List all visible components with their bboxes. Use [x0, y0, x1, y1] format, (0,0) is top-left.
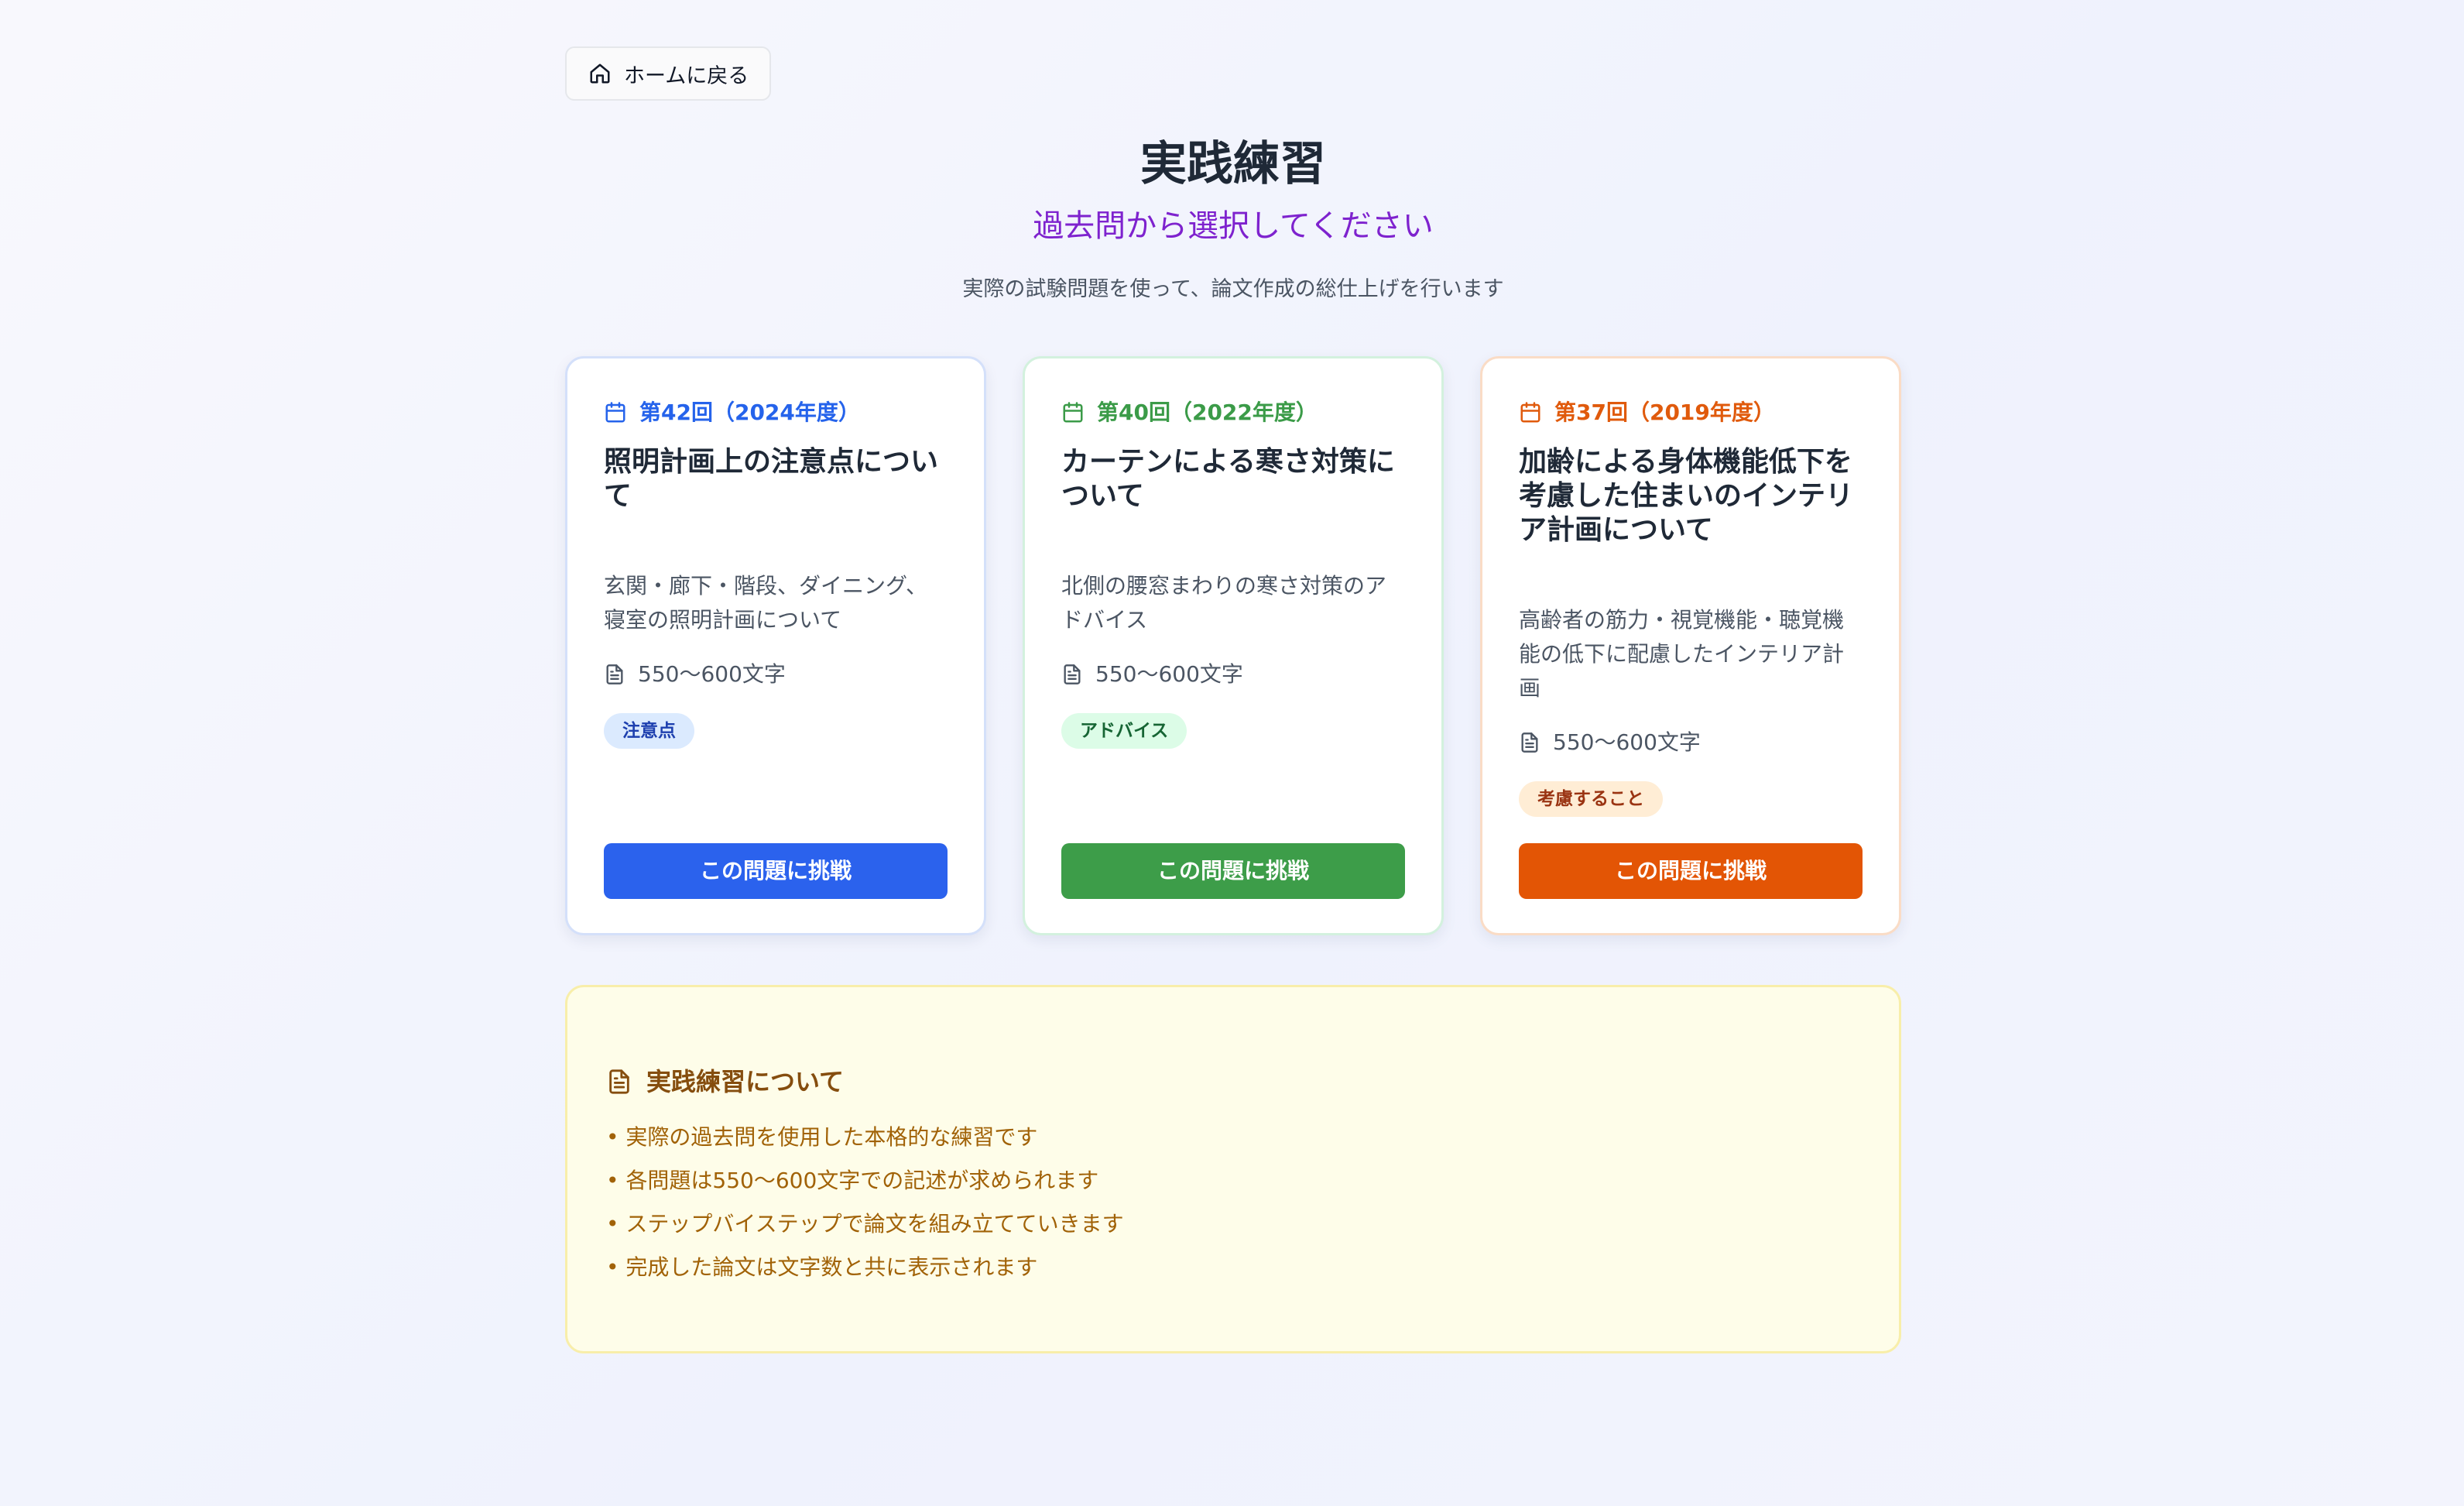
card-date: 第42回（2024年度） — [604, 397, 860, 428]
question-card-2022: 第40回（2022年度） カーテンによる寒さ対策について 北側の腰窓まわりの寒さ… — [1023, 356, 1444, 935]
card-description: 高齢者の筋力・視覚機能・聴覚機能の低下に配慮したインテリア計画 — [1519, 607, 1845, 701]
challenge-button[interactable]: この問題に挑戦 — [1519, 843, 1863, 899]
card-title: 加齢による身体機能低下を考慮した住まいのインテリア計画について — [1519, 446, 1854, 546]
document-icon — [1521, 732, 1538, 753]
card-tag: 考慮すること — [1519, 781, 1663, 817]
page-subtitle: 過去問から選択してください — [1033, 208, 1434, 244]
card-date-label: 第40回（2022年度） — [1097, 400, 1318, 425]
card-char-count-label: 550〜600文字 — [1553, 729, 1701, 755]
question-card-list: 第42回（2024年度） 照明計画上の注意点について 玄関・廊下・階段、ダイニン… — [565, 356, 1901, 935]
info-list-item: • 完成した論文は文字数と共に表示されます — [606, 1254, 1038, 1280]
home-icon — [590, 63, 610, 84]
card-date: 第40回（2022年度） — [1061, 397, 1318, 428]
calendar-icon — [605, 402, 625, 423]
card-char-count: 550〜600文字 — [604, 659, 786, 690]
info-list-item: • 各問題は550〜600文字での記述が求められます — [606, 1168, 1099, 1193]
calendar-icon — [1520, 402, 1540, 423]
page-description: 実際の試験問題を使って、論文作成の総仕上げを行います — [962, 277, 1504, 301]
card-description: 玄関・廊下・階段、ダイニング、寝室の照明計画について — [604, 573, 928, 633]
card-date: 第37回（2019年度） — [1519, 397, 1775, 428]
document-icon — [609, 1069, 629, 1094]
card-char-count-label: 550〜600文字 — [638, 661, 786, 687]
document-icon — [606, 664, 623, 684]
card-date-label: 第42回（2024年度） — [639, 400, 860, 425]
page-title: 実践練習 — [1140, 137, 1326, 191]
challenge-button[interactable]: この問題に挑戦 — [604, 843, 948, 899]
card-char-count: 550〜600文字 — [1519, 727, 1701, 758]
card-tag: 注意点 — [604, 713, 694, 749]
calendar-icon — [1063, 402, 1083, 423]
home-button[interactable]: ホームに戻る — [565, 46, 771, 101]
question-card-2024: 第42回（2024年度） 照明計画上の注意点について 玄関・廊下・階段、ダイニン… — [565, 356, 986, 935]
challenge-button[interactable]: この問題に挑戦 — [1061, 843, 1405, 899]
info-list-item: • ステップバイステップで論文を組み立てていきます — [606, 1211, 1124, 1237]
info-list: • 実際の過去問を使用した本格的な練習です • 各問題は550〜600文字での記… — [606, 1116, 1124, 1289]
info-title-label: 実践練習について — [646, 1067, 845, 1096]
card-description: 北側の腰窓まわりの寒さ対策のアドバイス — [1061, 573, 1387, 633]
document-icon — [1064, 664, 1081, 684]
card-title: カーテンによる寒さ対策について — [1061, 446, 1395, 512]
practice-info-box: 実践練習について • 実際の過去問を使用した本格的な練習です • 各問題は550… — [565, 985, 1901, 1353]
info-title: 実践練習について — [606, 1065, 844, 1099]
card-char-count: 550〜600文字 — [1061, 659, 1243, 690]
home-button-label: ホームに戻る — [624, 63, 749, 88]
card-char-count-label: 550〜600文字 — [1095, 661, 1243, 687]
card-date-label: 第37回（2019年度） — [1554, 400, 1775, 425]
question-card-2019: 第37回（2019年度） 加齢による身体機能低下を考慮した住まいのインテリア計画… — [1480, 356, 1901, 935]
card-title: 照明計画上の注意点について — [604, 446, 939, 512]
info-list-item: • 実際の過去問を使用した本格的な練習です — [606, 1124, 1038, 1150]
card-tag: アドバイス — [1061, 713, 1187, 749]
